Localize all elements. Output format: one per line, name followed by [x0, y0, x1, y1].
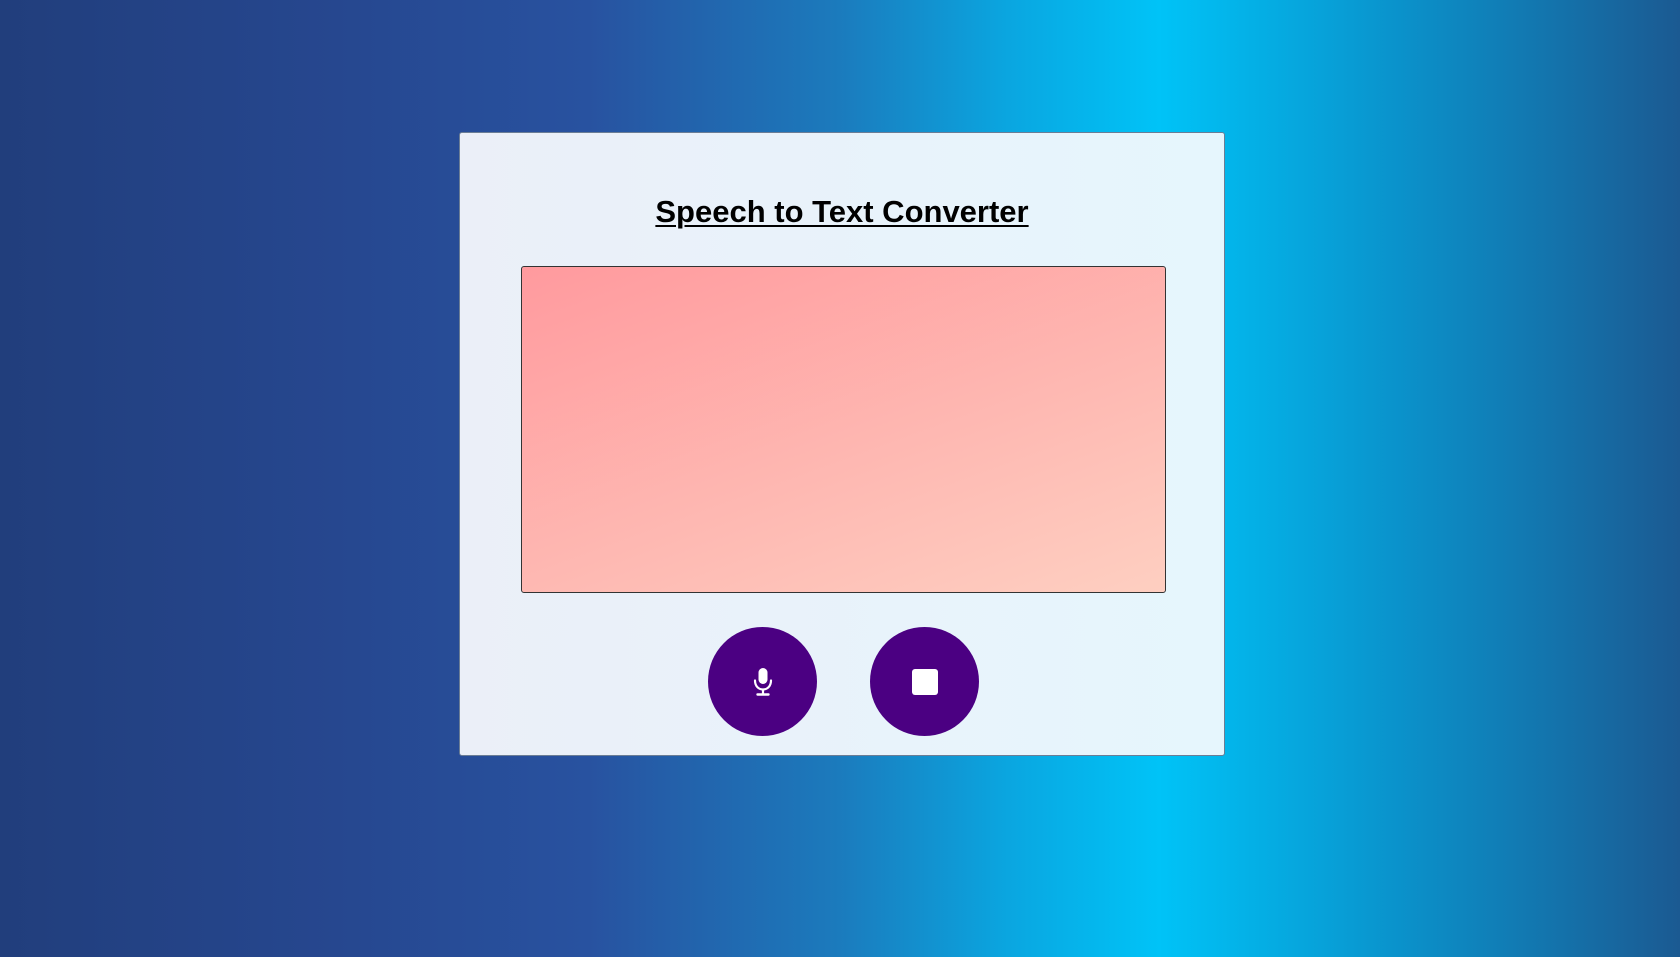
transcript-textarea[interactable] [521, 266, 1166, 593]
stop-icon [911, 668, 938, 695]
page-title: Speech to Text Converter [655, 194, 1029, 229]
start-recording-button[interactable] [708, 627, 817, 736]
microphone-icon [752, 667, 774, 697]
stop-recording-button[interactable] [870, 627, 979, 736]
converter-card: Speech to Text Converter [459, 132, 1225, 756]
